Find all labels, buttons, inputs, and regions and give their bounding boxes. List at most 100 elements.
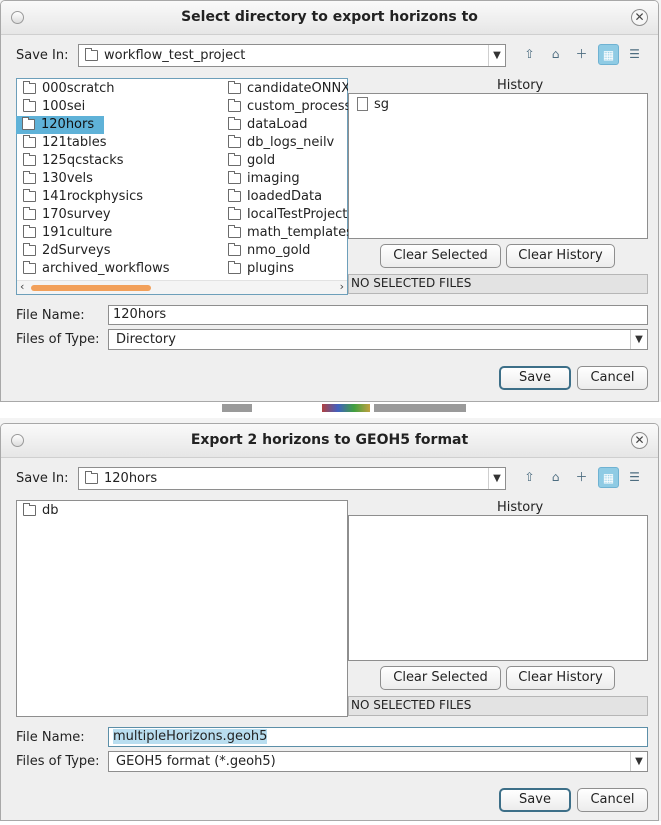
scroll-right-icon[interactable]: › [340,280,344,293]
folder-icon [228,225,241,238]
background-strip [0,821,661,825]
up-folder-icon[interactable]: ⇧ [519,44,540,65]
scrollbar-thumb[interactable] [31,285,151,291]
list-view-icon[interactable]: ▦ [598,44,619,65]
files-of-type-select[interactable]: Directory ▼ [108,329,648,350]
folder-item[interactable]: 141rockphysics [17,188,222,206]
files-of-type-label: Files of Type: [16,754,100,769]
export-directory-dialog: Select directory to export horizons to ✕… [0,0,659,402]
clear-history-button[interactable]: Clear History [506,244,615,268]
folder-list[interactable]: 000scratch 100sei 120hors 121tables 125q… [16,78,348,295]
list-view-icon[interactable]: ▦ [598,467,619,488]
folder-icon [228,171,241,184]
folder-icon [23,225,36,238]
folder-icon [228,207,241,220]
folder-item[interactable]: 000scratch [17,80,222,98]
save-in-label: Save In: [16,48,69,63]
folder-item[interactable]: loadedData [222,188,348,206]
folder-icon [228,117,241,130]
history-item[interactable]: sg [349,96,647,114]
folder-item[interactable]: 170survey [17,206,222,224]
folder-item[interactable]: gold [222,152,348,170]
horizontal-scrollbar[interactable]: ‹ › [17,280,347,294]
folder-icon [23,99,36,112]
details-view-icon[interactable]: ☰ [624,44,645,65]
folder-icon [23,171,36,184]
folder-item[interactable]: 100sei [17,98,222,116]
files-of-type-select[interactable]: GEOH5 format (*.geoh5) ▼ [108,751,648,772]
folder-item[interactable]: candidateONNXM [222,80,348,98]
folder-icon [23,135,36,148]
folder-icon [23,261,36,274]
folder-icon [23,81,36,94]
new-folder-icon[interactable]: ＋ [571,44,592,65]
title-bar: Export 2 horizons to GEOH5 format ✕ [1,424,658,458]
save-in-combo[interactable]: workflow_test_project ▼ [78,44,506,67]
folder-icon [85,471,98,484]
folder-icon [23,207,36,220]
folder-item[interactable]: dataLoad [222,116,348,134]
chevron-down-icon[interactable]: ▼ [488,468,505,489]
save-in-value: 120hors [104,471,158,486]
details-view-icon[interactable]: ☰ [624,467,645,488]
history-list[interactable]: sg [348,93,648,239]
save-in-label: Save In: [16,471,69,486]
save-button[interactable]: Save [499,366,571,390]
chevron-down-icon[interactable]: ▼ [488,45,505,66]
folder-item[interactable]: 121tables [17,134,222,152]
close-icon[interactable]: ✕ [631,432,648,449]
folder-item[interactable]: nmo_gold [222,242,348,260]
folder-item[interactable]: 130vels [17,170,222,188]
folder-item[interactable]: plugins [222,260,348,278]
cancel-button[interactable]: Cancel [577,788,648,812]
save-button[interactable]: Save [499,788,571,812]
file-name-input[interactable]: 120hors [108,305,648,325]
folder-item[interactable]: localTestProject [222,206,348,224]
folder-item[interactable]: custom_process [222,98,348,116]
folder-item[interactable]: imaging [222,170,348,188]
folder-item[interactable]: 125qcstacks [17,152,222,170]
history-list[interactable] [348,515,648,661]
file-name-input[interactable]: multipleHorizons.geoh5 [108,727,648,747]
dialog-title: Export 2 horizons to GEOH5 format [190,432,469,448]
export-geoh5-dialog: Export 2 horizons to GEOH5 format ✕ Save… [0,423,659,821]
folder-item[interactable]: db_logs_neilv [222,134,348,152]
file-name-selection: multipleHorizons.geoh5 [113,729,268,744]
folder-icon [228,99,241,112]
file-icon [357,97,368,111]
folder-item[interactable]: math_templates [222,224,348,242]
chevron-down-icon[interactable]: ▼ [630,752,647,771]
new-folder-icon[interactable]: ＋ [571,467,592,488]
folder-item[interactable]: archived_workflows [17,260,222,278]
home-icon[interactable]: ⌂ [545,44,566,65]
up-folder-icon[interactable]: ⇧ [519,467,540,488]
chevron-down-icon[interactable]: ▼ [630,330,647,349]
folder-icon [22,117,35,130]
selected-files-status: NO SELECTED FILES [348,274,648,294]
folder-item[interactable]: 191culture [17,224,222,242]
folder-list[interactable]: db [16,500,348,717]
close-icon[interactable]: ✕ [631,9,648,26]
folder-icon [228,153,241,166]
folder-icon [23,153,36,166]
file-name-label: File Name: [16,730,85,745]
clear-selected-button[interactable]: Clear Selected [380,244,501,268]
clear-history-button[interactable]: Clear History [506,666,615,690]
folder-item-selected[interactable]: 120hors [16,116,104,134]
folder-icon [85,48,98,61]
files-of-type-value: Directory [116,332,176,347]
clear-selected-button[interactable]: Clear Selected [380,666,501,690]
dialog-title: Select directory to export horizons to [181,9,478,25]
folder-item[interactable]: 2dSurveys [17,242,222,260]
folder-icon [228,81,241,94]
save-in-combo[interactable]: 120hors ▼ [78,467,506,490]
home-icon[interactable]: ⌂ [545,467,566,488]
folder-icon [228,261,241,274]
folder-icon [23,189,36,202]
save-in-value: workflow_test_project [104,48,246,63]
folder-icon [228,243,241,256]
folder-item[interactable]: db [17,502,217,520]
file-name-label: File Name: [16,308,85,323]
cancel-button[interactable]: Cancel [577,366,648,390]
scroll-left-icon[interactable]: ‹ [20,280,24,293]
